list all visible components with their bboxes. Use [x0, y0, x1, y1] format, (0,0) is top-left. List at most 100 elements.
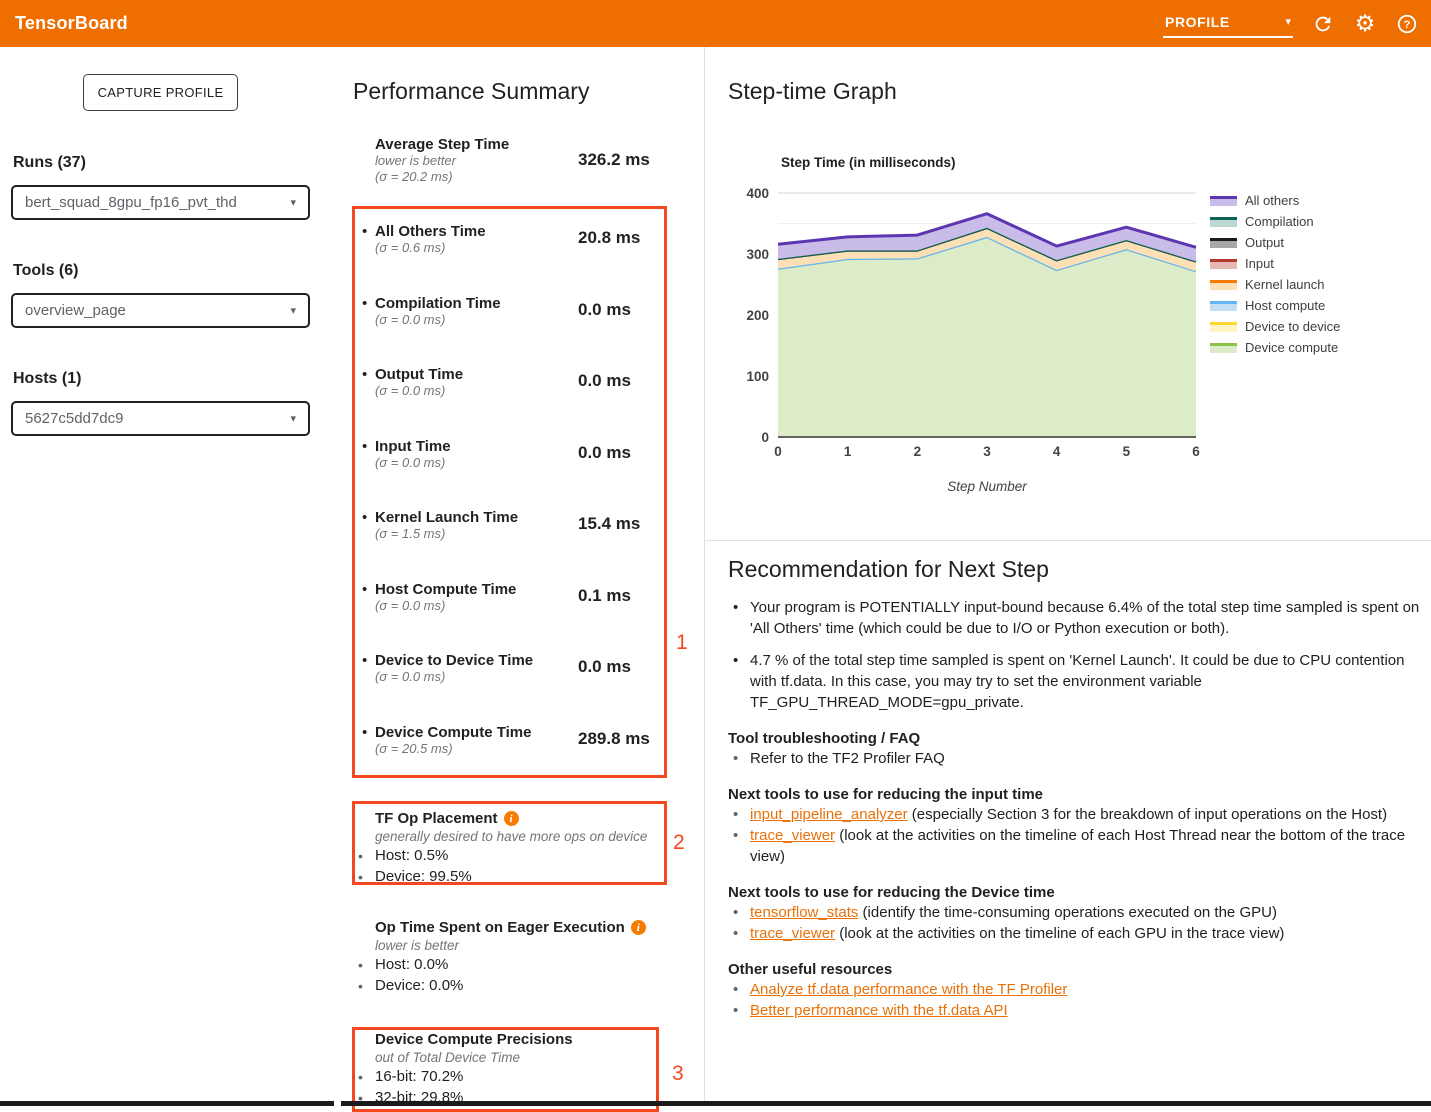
performance-summary-title: Performance Summary [353, 78, 589, 105]
svg-text:0: 0 [761, 430, 769, 445]
metric-value: 0.0 ms [578, 371, 631, 391]
legend-item: Host compute [1210, 295, 1340, 316]
legend-label: Input [1245, 256, 1274, 271]
recommendation-subheading: Other useful resources [728, 960, 1423, 979]
runs-label: Runs (37) [13, 154, 86, 172]
hosts-label: Hosts (1) [13, 370, 81, 388]
recommendation-link[interactable]: Analyze tf.data performance with the TF … [750, 981, 1067, 998]
stat-item: •Host: 0.0% [375, 956, 667, 974]
bottom-edge [341, 1101, 1431, 1106]
tf-op-placement-title: TF Op Placement [375, 810, 498, 827]
svg-text:?: ? [1404, 19, 1411, 31]
device-compute-precisions: Device Compute Precisions out of Total D… [352, 1031, 667, 1107]
legend-item: Output [1210, 232, 1340, 253]
recommendation-bullet: •4.7 % of the total step time sampled is… [728, 650, 1423, 713]
metric-value: 0.0 ms [578, 443, 631, 463]
recommendation-subheading: Next tools to use for reducing the Devic… [728, 883, 1423, 902]
average-step-time-value: 326.2 ms [578, 150, 650, 170]
svg-text:4: 4 [1053, 444, 1061, 459]
legend-label: Device compute [1245, 340, 1338, 355]
metric-row: •All Others Time(σ = 0.6 ms)20.8 ms [352, 206, 667, 278]
help-button[interactable]: ? [1395, 12, 1419, 36]
stat-item: •Device: 99.5% [375, 868, 667, 886]
svg-text:100: 100 [746, 369, 769, 384]
legend-label: Device to device [1245, 319, 1340, 334]
svg-text:6: 6 [1192, 444, 1200, 459]
settings-button[interactable]: ⚙ [1353, 12, 1377, 36]
average-step-time: Average Step Time lower is better (σ = 2… [375, 136, 575, 185]
chevron-down-icon: ▾ [290, 196, 296, 209]
info-icon[interactable]: i [504, 811, 519, 826]
recommendation-link[interactable]: tensorflow_stats [750, 904, 858, 921]
step-time-breakdown-list: •All Others Time(σ = 0.6 ms)20.8 ms•Comp… [352, 206, 667, 778]
recommendation-link[interactable]: Better performance with the tf.data API [750, 1002, 1008, 1019]
bottom-edge [0, 1101, 334, 1106]
recommendation-item: •Refer to the TF2 Profiler FAQ [728, 748, 1423, 769]
app-title: TensorBoard [15, 13, 128, 34]
legend-label: Host compute [1245, 298, 1325, 313]
metric-row: •Host Compute Time(σ = 0.0 ms)0.1 ms [352, 564, 667, 636]
metric-value: 0.0 ms [578, 300, 631, 320]
eager-execution: Op Time Spent on Eager Execution i lower… [352, 919, 667, 995]
recommendation-section: Recommendation for Next Step •Your progr… [728, 556, 1423, 1021]
app-header: TensorBoard PROFILE ▾ ⚙ ? [0, 0, 1431, 47]
gear-icon: ⚙ [1355, 12, 1376, 35]
runs-select[interactable]: bert_squad_8gpu_fp16_pvt_thd ▾ [11, 185, 310, 220]
chevron-down-icon: ▾ [1285, 15, 1291, 28]
legend-item: Input [1210, 253, 1340, 274]
svg-text:400: 400 [746, 186, 769, 201]
legend-label: All others [1245, 193, 1299, 208]
average-step-time-sigma: (σ = 20.2 ms) [375, 169, 575, 185]
info-icon[interactable]: i [631, 920, 646, 935]
capture-profile-button[interactable]: CAPTURE PROFILE [83, 74, 238, 111]
recommendation-link[interactable]: trace_viewer [750, 827, 835, 844]
legend-swatch [1210, 301, 1237, 311]
refresh-button[interactable] [1311, 12, 1335, 36]
svg-text:1: 1 [844, 444, 852, 459]
chevron-down-icon: ▾ [290, 412, 296, 425]
metric-row: •Device to Device Time(σ = 0.0 ms)0.0 ms [352, 635, 667, 707]
dashboard-selector[interactable]: PROFILE ▾ [1163, 10, 1293, 38]
chevron-down-icon: ▾ [290, 304, 296, 317]
recommendation-link[interactable]: trace_viewer [750, 925, 835, 942]
recommendation-title: Recommendation for Next Step [728, 556, 1423, 583]
help-icon: ? [1396, 13, 1418, 35]
legend-item: Device to device [1210, 316, 1340, 337]
legend-label: Output [1245, 235, 1284, 250]
column-divider [704, 47, 705, 1106]
legend-swatch [1210, 322, 1237, 332]
dashboard-selector-value: PROFILE [1165, 14, 1230, 30]
recommendation-bullet: •Your program is POTENTIALLY input-bound… [728, 597, 1423, 639]
legend-swatch [1210, 280, 1237, 290]
section-divider [705, 540, 1431, 541]
annotation-number-1: 1 [676, 631, 688, 655]
device-compute-precisions-title: Device Compute Precisions [375, 1031, 573, 1048]
tools-select[interactable]: overview_page ▾ [11, 293, 310, 328]
chart-xaxis-label: Step Number [778, 479, 1196, 494]
legend-swatch [1210, 238, 1237, 248]
recommendation-item: •tensorflow_stats (identify the time-con… [728, 902, 1423, 923]
refresh-icon [1312, 13, 1334, 35]
tools-label: Tools (6) [13, 262, 78, 280]
legend-swatch [1210, 259, 1237, 269]
hosts-select[interactable]: 5627c5dd7dc9 ▾ [11, 401, 310, 436]
stat-item: •16-bit: 70.2% [375, 1068, 667, 1086]
recommendation-link[interactable]: input_pipeline_analyzer [750, 806, 908, 823]
legend-swatch [1210, 196, 1237, 206]
svg-text:5: 5 [1123, 444, 1131, 459]
eager-execution-title: Op Time Spent on Eager Execution [375, 919, 625, 936]
annotation-number-2: 2 [673, 831, 685, 855]
legend-item: Device compute [1210, 337, 1340, 358]
metric-value: 0.1 ms [578, 586, 631, 606]
svg-text:200: 200 [746, 308, 769, 323]
legend-label: Kernel launch [1245, 277, 1325, 292]
recommendation-subheading: Tool troubleshooting / FAQ [728, 729, 1423, 748]
legend-item: All others [1210, 190, 1340, 211]
average-step-time-label: Average Step Time [375, 136, 575, 153]
tools-select-value: overview_page [25, 302, 126, 319]
metric-value: 289.8 ms [578, 729, 650, 749]
metric-value: 20.8 ms [578, 228, 640, 248]
legend-item: Compilation [1210, 211, 1340, 232]
recommendation-item: •Better performance with the tf.data API [728, 1000, 1423, 1021]
metric-row: •Input Time(σ = 0.0 ms)0.0 ms [352, 421, 667, 493]
